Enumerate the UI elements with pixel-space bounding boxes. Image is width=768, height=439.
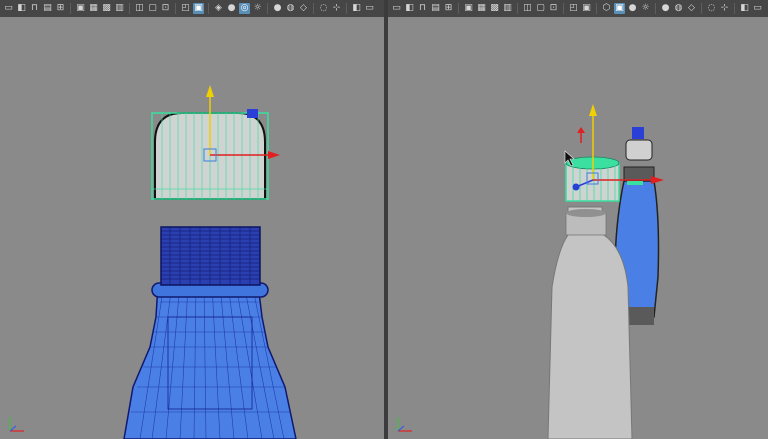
toolbar-separator [129,3,130,14]
frame-icon[interactable]: ▣ [193,3,204,14]
panel-layout-icon[interactable]: ◧ [351,3,362,14]
frame-icon[interactable]: ▣ [581,3,592,14]
image-plane-icon[interactable]: ▤ [42,3,53,14]
camera-icon[interactable]: ▭ [3,3,14,14]
axis-indicator-icon [9,417,24,432]
toolbar-separator [655,3,656,14]
select-icon[interactable]: ⊹ [331,3,342,14]
smooth-shade-active-icon[interactable]: ▣ [614,3,625,14]
xray-active-icon[interactable]: ◎ [239,3,250,14]
view-options-icon[interactable]: ▭ [752,3,763,14]
motion-blur-icon[interactable]: ◍ [285,3,296,14]
viewport-left[interactable]: ▭ ◧ ⊓ ▤ ⊞ ▣ ▦ ▩ ▥ ◫ ▢ ⊡ ◰ ▣ ◈ ● ◎ ☼ ● ◍ … [0,0,384,439]
axis-indicator-icon [397,417,412,432]
toolbar-separator [596,3,597,14]
lock-icon[interactable]: ⊓ [29,3,40,14]
motion-blur-icon[interactable]: ◍ [673,3,684,14]
shadow-icon[interactable]: ◫ [134,3,145,14]
xray-icon[interactable]: ▢ [535,3,546,14]
sun-icon[interactable]: ☼ [252,3,263,14]
textured-icon[interactable]: ▩ [101,3,112,14]
ao-icon[interactable]: ● [272,3,283,14]
sun-icon[interactable]: ☼ [640,3,651,14]
isolate-icon[interactable]: ⊡ [160,3,171,14]
toolbar-separator [267,3,268,14]
toolbar-separator [208,3,209,14]
lights-icon[interactable]: ▥ [502,3,513,14]
wireframe-icon[interactable]: ▣ [75,3,86,14]
viewport-right[interactable]: ▭ ◧ ⊓ ▤ ⊞ ▣ ▦ ▩ ▥ ◫ ▢ ⊡ ◰ ▣ ⬡ ▣ ● ☼ ● ◍ … [388,0,768,439]
smooth-shade-icon[interactable]: ▦ [476,3,487,14]
bookmark-icon[interactable]: ◧ [16,3,27,14]
textured-icon[interactable]: ▩ [489,3,500,14]
toolbar-separator [734,3,735,14]
viewport-right-toolbar: ▭ ◧ ⊓ ▤ ⊞ ▣ ▦ ▩ ▥ ◫ ▢ ⊡ ◰ ▣ ⬡ ▣ ● ☼ ● ◍ … [388,0,768,17]
view-options-icon[interactable]: ▭ [364,3,375,14]
diamond-icon[interactable]: ◇ [686,3,697,14]
select-icon[interactable]: ⊹ [719,3,730,14]
bottle-wireframe[interactable] [123,226,297,439]
toolbar-separator [517,3,518,14]
toolbar-separator [458,3,459,14]
smooth-shade-icon[interactable]: ▦ [88,3,99,14]
wireframe-icon[interactable]: ▣ [463,3,474,14]
cube-icon[interactable]: ⬡ [601,3,612,14]
aa-icon[interactable]: ◌ [318,3,329,14]
toolbar-separator [313,3,314,14]
toolbar-separator [175,3,176,14]
toolbar-separator [346,3,347,14]
aa-icon[interactable]: ◌ [706,3,717,14]
grid-icon[interactable]: ⊞ [55,3,66,14]
panel-layout-icon[interactable]: ◧ [739,3,750,14]
gate-icon[interactable]: ◈ [213,3,224,14]
isolate-icon[interactable]: ⊡ [548,3,559,14]
viewport-right-scene[interactable] [388,17,768,439]
toolbar-separator [701,3,702,14]
camera-attr-icon[interactable]: ◰ [568,3,579,14]
image-plane-icon[interactable]: ▤ [430,3,441,14]
grid-icon[interactable]: ⊞ [443,3,454,14]
toolbar-separator [70,3,71,14]
bookmark-icon[interactable]: ◧ [404,3,415,14]
viewport-left-scene[interactable] [0,17,384,439]
diamond-icon[interactable]: ◇ [298,3,309,14]
ao-icon[interactable]: ● [660,3,671,14]
camera-icon[interactable]: ▭ [391,3,402,14]
toolbar-separator [563,3,564,14]
sphere-icon[interactable]: ● [627,3,638,14]
smooth-sphere-icon[interactable]: ● [226,3,237,14]
shadow-icon[interactable]: ◫ [522,3,533,14]
lights-icon[interactable]: ▥ [114,3,125,14]
lock-icon[interactable]: ⊓ [417,3,428,14]
xray-icon[interactable]: ▢ [147,3,158,14]
camera-attr-icon[interactable]: ◰ [180,3,191,14]
viewport-left-toolbar: ▭ ◧ ⊓ ▤ ⊞ ▣ ▦ ▩ ▥ ◫ ▢ ⊡ ◰ ▣ ◈ ● ◎ ☼ ● ◍ … [0,0,384,17]
